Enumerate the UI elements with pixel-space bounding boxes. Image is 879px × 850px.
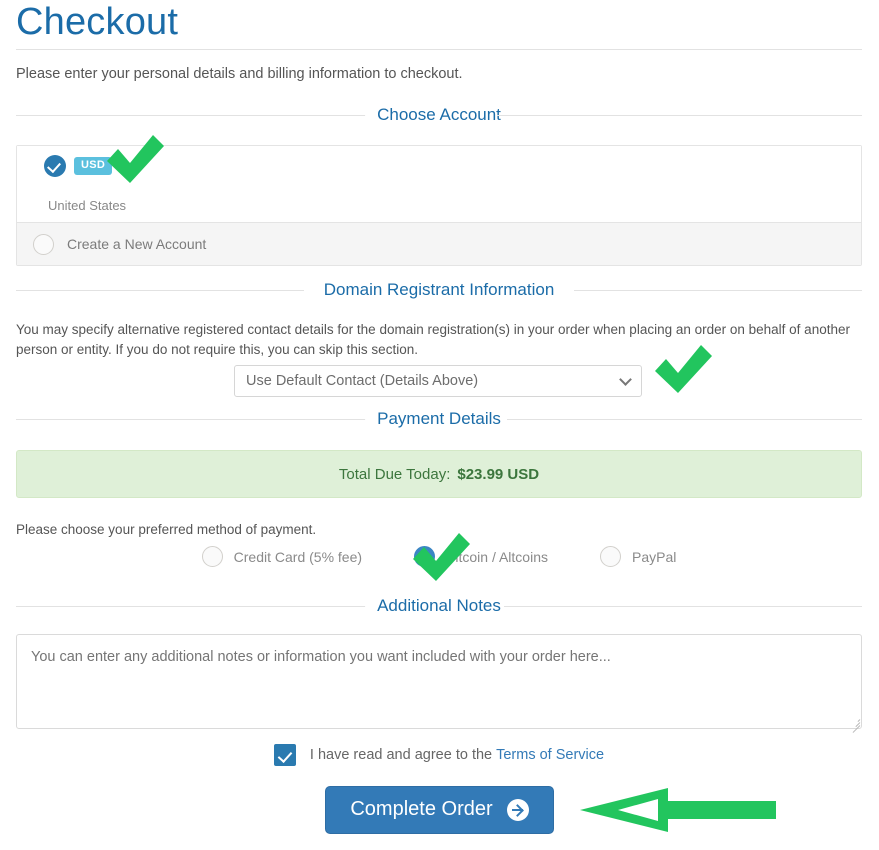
legend-rule-left	[16, 419, 371, 420]
payment-method-credit-card-label: Credit Card (5% fee)	[233, 548, 363, 565]
arrow-right-circle-icon	[506, 798, 529, 821]
section-header-choose-account: Choose Account	[16, 105, 862, 125]
legend-rule-left	[16, 115, 381, 116]
radio-bitcoin[interactable]	[414, 546, 436, 567]
textarea-resize-handle[interactable]	[850, 716, 861, 733]
account-option-new[interactable]: Create a New Account	[17, 222, 861, 265]
section-title-notes: Additional Notes	[365, 596, 513, 616]
title-divider	[16, 49, 862, 50]
account-option-existing[interactable]	[17, 146, 861, 222]
currency-badge: USD	[74, 157, 113, 175]
section-title-payment: Payment Details	[365, 409, 513, 429]
registrant-contact-select[interactable]: Use Default Contact (Details Above)	[234, 365, 642, 397]
legend-rule-right	[574, 290, 862, 291]
legend-rule-left	[16, 606, 374, 607]
payment-method-group: Credit Card (5% fee) Bitcoin / Altcoins …	[16, 546, 862, 567]
terms-text: I have read and agree to the	[309, 747, 493, 763]
payment-method-paypal-label: PayPal	[631, 548, 677, 565]
radio-create-new-account[interactable]	[33, 233, 54, 255]
registrant-description: You may specify alternative registered c…	[16, 322, 850, 357]
total-due-label: Total Due Today:	[338, 465, 451, 483]
chevron-down-icon	[619, 373, 632, 386]
section-header-notes: Additional Notes	[16, 596, 862, 616]
account-list: Create a New Account	[16, 145, 862, 266]
section-title-choose-account: Choose Account	[365, 105, 513, 125]
intro-text: Please enter your personal details and b…	[16, 66, 463, 82]
checkbox-agree-terms[interactable]	[273, 744, 296, 766]
section-header-registrant: Domain Registrant Information	[16, 280, 862, 300]
section-header-payment: Payment Details	[16, 409, 862, 429]
check-circle-icon[interactable]	[44, 155, 66, 177]
radio-paypal[interactable]	[599, 546, 621, 567]
payment-method-prompt: Please choose your preferred method of p…	[16, 522, 317, 537]
payment-method-bitcoin[interactable]: Bitcoin / Altcoins	[414, 546, 548, 567]
terms-of-service-link[interactable]: Terms of Service	[496, 747, 604, 763]
account-country: United States	[48, 198, 127, 213]
payment-method-bitcoin-label: Bitcoin / Altcoins	[446, 548, 548, 565]
payment-method-credit-card[interactable]: Credit Card (5% fee)	[201, 546, 363, 567]
total-due-banner: Total Due Today: $23.99 USD	[16, 450, 862, 498]
section-title-registrant: Domain Registrant Information	[311, 280, 567, 300]
account-option-new-label: Create a New Account	[67, 236, 207, 252]
page-title: Checkout	[16, 1, 179, 43]
legend-rule-left	[16, 290, 304, 291]
complete-order-button[interactable]: Complete Order	[325, 786, 554, 834]
legend-rule-right	[507, 419, 862, 420]
terms-row: I have read and agree to the Terms of Se…	[16, 744, 862, 766]
legend-rule-right	[504, 606, 862, 607]
additional-notes-input[interactable]	[16, 634, 862, 729]
complete-order-label: Complete Order	[350, 798, 493, 820]
registrant-contact-value: Use Default Contact (Details Above)	[246, 373, 479, 389]
checkout-page: Checkout Please enter your personal deta…	[0, 0, 879, 850]
submit-row: Complete Order	[0, 786, 879, 834]
total-due-amount: $23.99 USD	[457, 465, 540, 483]
payment-method-paypal[interactable]: PayPal	[599, 546, 677, 567]
radio-credit-card[interactable]	[201, 546, 223, 567]
legend-rule-right	[497, 115, 862, 116]
